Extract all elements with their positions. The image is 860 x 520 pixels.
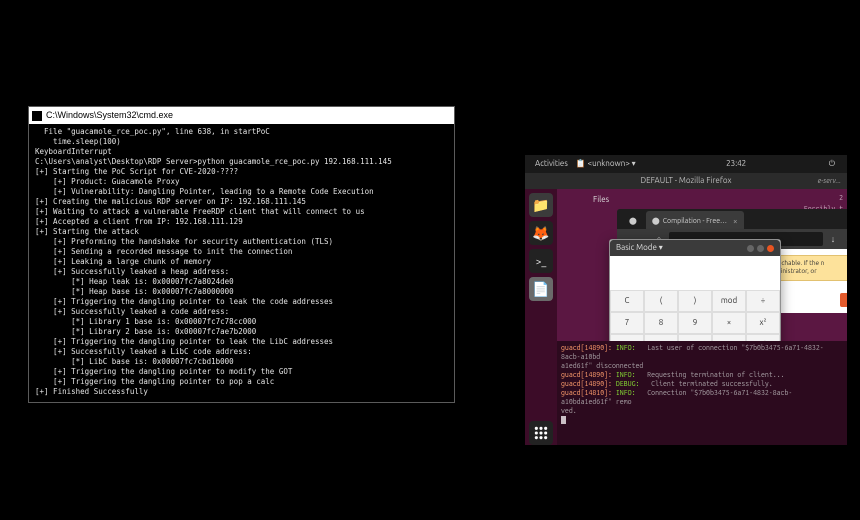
- vm-title: DEFAULT - Mozilla Firefox: [640, 176, 731, 185]
- cmd-line: [+] Creating the malicious RDP server on…: [35, 197, 448, 207]
- maximize-button[interactable]: [757, 245, 764, 252]
- cmd-line: [+] Starting the PoC Script for CVE-2020…: [35, 167, 448, 177]
- cmd-line: [*] LibC base is: 0x00007fc7cbd1b000: [35, 357, 448, 367]
- document-launcher-icon[interactable]: 📄: [529, 277, 553, 301]
- ubuntu-topbar: Activities 📋 <unknown> ▾ 23:42 ⏻: [525, 155, 847, 173]
- desktop-area: 2 Forcibly t 99b19" remo tion reset IEGO…: [557, 189, 847, 341]
- calc-key[interactable]: 9: [678, 312, 712, 334]
- calc-key[interactable]: ): [678, 290, 712, 312]
- cmd-output[interactable]: File "guacamole_rce_poc.py", line 638, i…: [29, 124, 454, 402]
- vm-titlebar[interactable]: DEFAULT - Mozilla Firefox e-serv...: [525, 173, 847, 189]
- cmd-line: time.sleep(100): [35, 137, 448, 147]
- calc-key[interactable]: mod: [712, 290, 746, 312]
- calculator-titlebar[interactable]: Basic Mode ▾: [610, 240, 780, 256]
- cmd-icon: [32, 111, 42, 121]
- firefox-tab-1[interactable]: ⬤: [623, 211, 646, 229]
- calc-key[interactable]: ×: [712, 312, 746, 334]
- files-launcher-icon[interactable]: 📁: [529, 193, 553, 217]
- terminal-line: guacd[14890]: INFO: Last user of connect…: [561, 344, 843, 362]
- calc-key[interactable]: 8: [644, 312, 678, 334]
- terminal-line: a1ed61f" disconnected: [561, 362, 843, 371]
- calc-key[interactable]: 7: [610, 312, 644, 334]
- cmd-line: [+] Product: Guacamole Proxy: [35, 177, 448, 187]
- terminal-line: guacd[14890]: DEBUG: Client terminated s…: [561, 380, 843, 389]
- cmd-line: [+] Leaking a large chunk of memory: [35, 257, 448, 267]
- cmd-line: [+] Triggering the dangling pointer to p…: [35, 377, 448, 387]
- guacd-terminal[interactable]: guacd[14890]: INFO: Last user of connect…: [557, 341, 847, 445]
- cmd-title: C:\Windows\System32\cmd.exe: [46, 111, 173, 120]
- activities-button[interactable]: Activities: [535, 155, 568, 173]
- cmd-line: KeyboardInterrupt: [35, 147, 448, 157]
- firefox-tabbar: ⬤ ⬤Compilation - Free…×: [617, 209, 847, 229]
- cmd-line: [+] Sending a recorded message to init t…: [35, 247, 448, 257]
- cmd-line: [*] Library 2 base is: 0x00007fc7ae7b200…: [35, 327, 448, 337]
- cmd-line: [*] Heap base is: 0x00007fc7a8000000: [35, 287, 448, 297]
- calc-key[interactable]: (: [644, 290, 678, 312]
- cmd-line: [+] Triggering the dangling pointer to m…: [35, 367, 448, 377]
- calc-key[interactable]: x²: [746, 312, 780, 334]
- close-icon[interactable]: ×: [733, 217, 738, 226]
- cmd-line: [+] Triggering the dangling pointer to l…: [35, 297, 448, 307]
- firefox-tab-2[interactable]: ⬤Compilation - Free…×: [646, 211, 744, 229]
- cmd-line: [+] Preforming the handshake for securit…: [35, 237, 448, 247]
- cmd-line: [+] Successfully leaked a LibC code addr…: [35, 347, 448, 357]
- cmd-line: [*] Heap leak is: 0x00007fc7a8024de0: [35, 277, 448, 287]
- cmd-window: C:\Windows\System32\cmd.exe File "guacam…: [28, 106, 455, 403]
- cmd-line: [+] Successfully leaked a heap address:: [35, 267, 448, 277]
- cmd-line: [+] Accepted a client from IP: 192.168.1…: [35, 217, 448, 227]
- downloads-button[interactable]: ↓: [827, 233, 839, 245]
- system-menu[interactable]: ⏻: [829, 155, 837, 173]
- cmd-line: [+] Successfully leaked a code address:: [35, 307, 448, 317]
- calc-key[interactable]: ÷: [746, 290, 780, 312]
- cmd-line: C:\Users\analyst\Desktop\RDP Server>pyth…: [35, 157, 448, 167]
- minimize-button[interactable]: [747, 245, 754, 252]
- topbar-app-menu[interactable]: 📋 <unknown> ▾: [576, 155, 636, 173]
- clock[interactable]: 23:42: [726, 155, 746, 173]
- terminal-cursor: [561, 416, 566, 424]
- close-button[interactable]: [767, 245, 774, 252]
- terminal-line: guacd[14810]: INFO: Connection "$7b0b347…: [561, 389, 843, 407]
- cmd-titlebar[interactable]: C:\Windows\System32\cmd.exe: [29, 107, 454, 124]
- terminal-launcher-icon[interactable]: >_: [529, 249, 553, 273]
- cmd-line: [+] Finished Successfully: [35, 387, 448, 397]
- firefox-launcher-icon[interactable]: 🦊: [529, 221, 553, 245]
- cmd-line: [*] Library 1 base is: 0x00007fc7c78cc00…: [35, 317, 448, 327]
- apps-grid-icon[interactable]: [529, 421, 553, 445]
- cmd-line: [+] Triggering the dangling pointer to l…: [35, 337, 448, 347]
- terminal-line: guacd[14890]: INFO: Requesting terminati…: [561, 371, 843, 380]
- cmd-line: [+] Vulnerability: Dangling Pointer, lea…: [35, 187, 448, 197]
- vm-title-right: e-serv...: [818, 173, 841, 189]
- cmd-line: [+] Waiting to attack a vulnerable FreeR…: [35, 207, 448, 217]
- calculator-display[interactable]: [610, 256, 780, 290]
- launcher-dock: 📁 🦊 >_ 📄: [525, 189, 557, 445]
- terminal-line: ved.: [561, 407, 843, 416]
- page-button[interactable]: out: [840, 293, 847, 307]
- files-header[interactable]: Files: [593, 192, 609, 208]
- library-button[interactable]: ⇩: [843, 233, 847, 245]
- ubuntu-window: Activities 📋 <unknown> ▾ 23:42 ⏻ DEFAULT…: [525, 155, 847, 445]
- cmd-line: [+] Starting the attack: [35, 227, 448, 237]
- cmd-line: File "guacamole_rce_poc.py", line 638, i…: [35, 127, 448, 137]
- calc-key[interactable]: C: [610, 290, 644, 312]
